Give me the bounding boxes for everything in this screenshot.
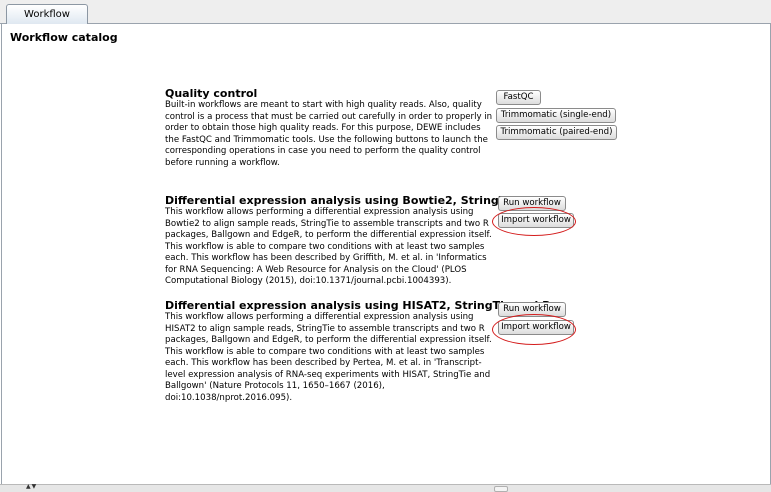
section-title: Differential expression analysis using B… [165, 194, 557, 207]
section-description: This workflow allows performing a differ… [165, 207, 492, 286]
fastqc-button[interactable]: FastQC [496, 90, 541, 105]
trimmomatic-single-end-button[interactable]: Trimmomatic (single-end) [496, 108, 616, 123]
import-workflow-button[interactable]: Import workflow [498, 320, 574, 335]
section-title: Differential expression analysis using H… [165, 299, 551, 312]
trimmomatic-paired-end-button[interactable]: Trimmomatic (paired-end) [496, 125, 617, 140]
split-arrows-icon[interactable]: ▲▼ [26, 483, 37, 490]
section-description: Built-in workflows are meant to start wi… [165, 100, 493, 168]
run-workflow-button[interactable]: Run workflow [498, 196, 566, 211]
page-title: Workflow catalog [10, 31, 118, 44]
section-hisat2-workflow: Differential expression analysis using H… [165, 299, 551, 404]
workflow-catalog-panel: Workflow catalog Quality control Built-i… [1, 24, 771, 484]
tab-bar: Workflow catalog [0, 0, 771, 39]
section-title: Quality control [165, 87, 258, 100]
tab-workflow-catalog[interactable]: Workflow catalog [6, 4, 88, 39]
section-quality-control: Quality control Built-in workflows are m… [165, 87, 495, 169]
section-bowtie2-workflow: Differential expression analysis using B… [165, 194, 557, 288]
run-workflow-button[interactable]: Run workflow [498, 302, 566, 317]
section-description: This workflow allows performing a differ… [165, 312, 492, 403]
import-workflow-button[interactable]: Import workflow [498, 213, 574, 228]
scroll-grip[interactable] [494, 486, 508, 492]
